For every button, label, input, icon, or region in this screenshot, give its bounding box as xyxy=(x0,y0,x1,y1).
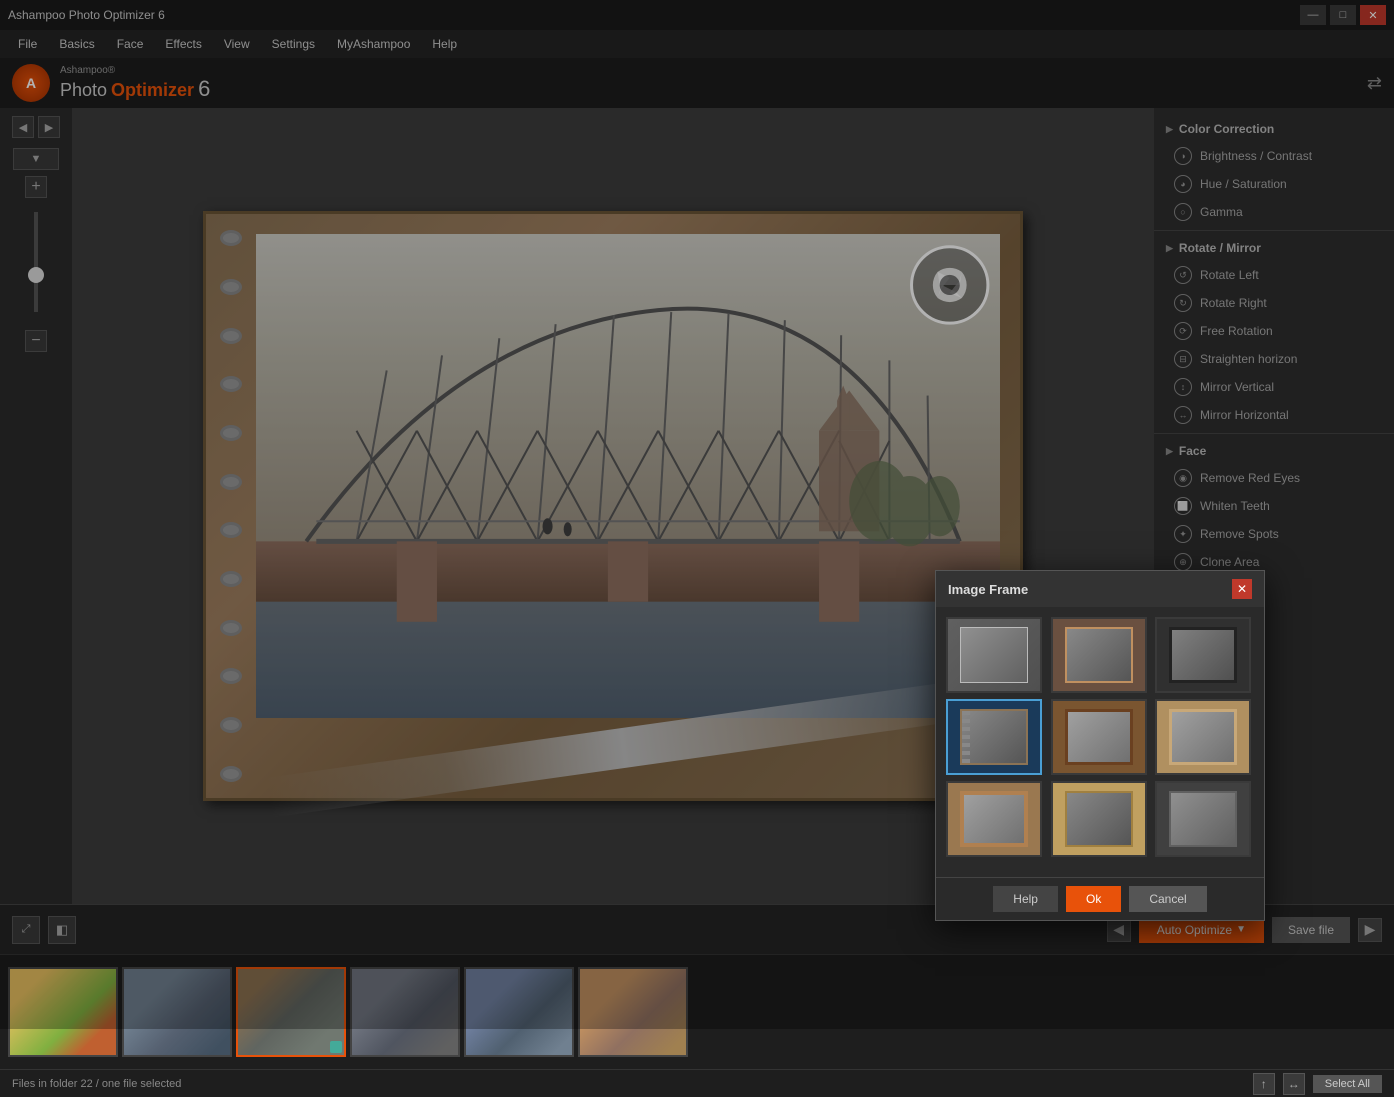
frame-mini-5 xyxy=(1065,709,1133,765)
frame-preview-2 xyxy=(1053,619,1145,691)
frame-preview-1 xyxy=(948,619,1040,691)
dialog-footer: Help Ok Cancel xyxy=(936,877,1264,920)
frame-option-4[interactable] xyxy=(946,699,1042,775)
frame-mini-7 xyxy=(960,791,1028,847)
dialog-cancel-button[interactable]: Cancel xyxy=(1129,886,1206,912)
dialog-overlay: Image Frame ✕ xyxy=(0,0,1394,1029)
frame-mini-2 xyxy=(1065,627,1133,683)
frame-mini-6 xyxy=(1169,709,1237,765)
frame-grid xyxy=(946,617,1254,857)
frame-option-8[interactable] xyxy=(1051,781,1147,857)
status-text: Files in folder 22 / one file selected xyxy=(12,1078,181,1090)
frame-mini-9 xyxy=(1169,791,1237,847)
frame-option-6[interactable] xyxy=(1155,699,1251,775)
frame-preview-6 xyxy=(1157,701,1249,773)
frame-option-1[interactable] xyxy=(946,617,1042,693)
status-bar: Files in folder 22 / one file selected ↑… xyxy=(0,1069,1394,1097)
status-nav-button[interactable]: ↔ xyxy=(1283,1073,1305,1095)
selected-indicator xyxy=(330,1041,342,1053)
frame-preview-8 xyxy=(1053,783,1145,855)
frame-mini-4 xyxy=(960,709,1028,765)
select-all-button[interactable]: Select All xyxy=(1313,1075,1382,1093)
frame-preview-3 xyxy=(1157,619,1249,691)
frame-mini-8 xyxy=(1065,791,1133,847)
dialog-title: Image Frame xyxy=(948,582,1028,597)
status-prev-button[interactable]: ↑ xyxy=(1253,1073,1275,1095)
frame-option-7[interactable] xyxy=(946,781,1042,857)
frame-option-3[interactable] xyxy=(1155,617,1251,693)
status-right: ↑ ↔ Select All xyxy=(1253,1073,1382,1095)
frame-option-9[interactable] xyxy=(1155,781,1251,857)
frame-mini-3 xyxy=(1169,627,1237,683)
frame-preview-9 xyxy=(1157,783,1249,855)
frame-option-5[interactable] xyxy=(1051,699,1147,775)
image-frame-dialog: Image Frame ✕ xyxy=(935,570,1265,921)
frame-preview-4 xyxy=(948,701,1040,773)
frame-preview-5 xyxy=(1053,701,1145,773)
dialog-body xyxy=(936,607,1264,877)
dialog-title-bar: Image Frame ✕ xyxy=(936,571,1264,607)
frame-mini-1 xyxy=(960,627,1028,683)
frame-preview-7 xyxy=(948,783,1040,855)
dialog-help-button[interactable]: Help xyxy=(993,886,1058,912)
frame-option-2[interactable] xyxy=(1051,617,1147,693)
dialog-close-button[interactable]: ✕ xyxy=(1232,579,1252,599)
dialog-ok-button[interactable]: Ok xyxy=(1066,886,1121,912)
